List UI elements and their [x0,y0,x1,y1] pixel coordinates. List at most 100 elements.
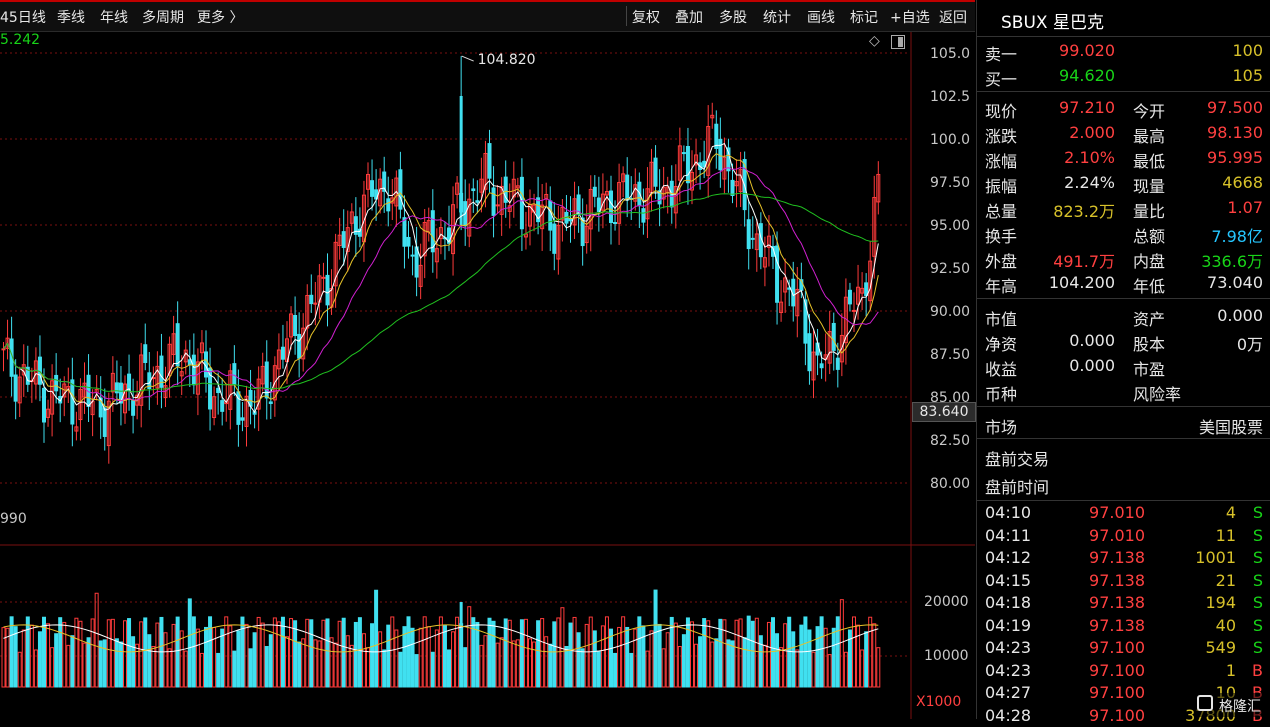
trade-side: B [1252,660,1263,680]
candle-body [487,143,492,179]
fundamental-label: 风险率 [1133,385,1182,404]
volume-bar [791,631,796,688]
trade-row[interactable]: 04:19 97.138 40 S [977,615,1270,637]
volume-bar [131,636,136,688]
statistics-button[interactable]: 统计 [763,7,791,27]
volume-bar [734,619,739,688]
candle-body [220,400,225,412]
more-menu[interactable]: 更多 〉 [197,7,243,27]
candle-body [240,417,245,421]
trade-row[interactable]: 04:10 97.010 4 S [977,502,1270,524]
volume-bar [70,635,75,688]
active-indicator [0,0,975,2]
volume-bar [321,619,326,688]
trade-price: 97.010 [1089,503,1145,522]
quote-panel: SBUX 星巴克 卖一 99.020 100 买一 94.620 105 现价 9… [976,0,1270,725]
period-45day-tab[interactable]: 45日线 [0,7,46,27]
candle-body [613,222,618,225]
volume-bar [771,617,775,688]
candle-body [70,379,75,425]
quote-row: 振幅 2.24% 现量 4668 [977,171,1270,196]
volume-bar [487,617,492,688]
kline-chart[interactable]: 104.820 [0,32,975,719]
period-year-tab[interactable]: 年线 [100,7,128,27]
volume-bar [609,628,613,688]
trade-row[interactable]: 04:12 97.138 1001 S [977,547,1270,569]
quote-value: 97.210 [1059,98,1115,117]
volume-bar [325,618,330,688]
premarket-trade-row: 盘前交易 [985,450,1050,469]
volume-bar [604,616,609,688]
volume-bar [378,631,383,688]
volume-bar [819,616,824,688]
volume-bar [301,638,306,688]
add-watchlist-button[interactable]: +自选 [890,7,930,27]
ma20-line [3,166,879,402]
bid-row[interactable]: 买一 94.620 105 [977,64,1270,89]
trade-side: S [1252,525,1263,545]
volume-bar [799,624,804,688]
trade-row[interactable]: 04:23 97.100 1 B [977,660,1270,682]
price-tick-label: 90.00 [930,304,971,320]
volume-bar [750,620,755,688]
trade-price: 97.100 [1089,683,1145,702]
ask-row[interactable]: 卖一 99.020 100 [977,39,1270,64]
trade-row[interactable]: 04:15 97.138 21 S [977,570,1270,592]
high-marker-arrow [461,55,474,62]
volume-bar [216,652,221,688]
volume-bar [738,618,743,688]
trade-row[interactable]: 04:11 97.010 11 S [977,525,1270,547]
trade-row[interactable]: 04:18 97.138 194 S [977,592,1270,614]
candle-body [232,363,237,386]
volume-bar [394,629,399,688]
multi-stock-button[interactable]: 多股 [719,7,747,27]
volume-bar [649,630,654,688]
volume-bar [90,618,95,688]
overlay-button[interactable]: 叠加 [675,7,703,27]
candle-body [864,282,869,297]
trade-row[interactable]: 04:23 97.100 549 S [977,637,1270,659]
trade-side: S [1252,638,1263,657]
volume-bar [860,649,865,688]
volume-bar [629,652,634,688]
quote-label: 总额 [1133,227,1166,246]
candle-body [268,401,273,404]
quote-value: 336.6万 [1201,252,1263,271]
volume-bar [540,618,545,688]
volume-bar [665,632,670,688]
volume-bar [62,621,67,688]
candle-body [175,323,180,367]
volume-bar [208,616,213,688]
watermark-logo-icon [1197,695,1213,711]
period-quarter-tab[interactable]: 季线 [57,7,85,27]
mark-button[interactable]: 标记 [850,7,878,27]
volume-bar [787,616,792,688]
draw-line-button[interactable]: 画线 [807,7,835,27]
volume-bar [78,620,83,688]
fundamental-label: 市值 [985,310,1018,329]
volume-bar [754,617,759,688]
back-button[interactable]: 返回 [939,7,967,27]
volume-bar [191,616,196,688]
adjust-button[interactable]: 复权 [632,7,660,27]
volume-bar [21,629,26,688]
candle-body [548,200,553,231]
price-tick-label: 80.00 [930,476,971,492]
quote-value: 2.10% [1064,148,1115,167]
volume-tick-label: 10000 [924,648,969,664]
volume-bar [580,648,585,688]
panel-toggle-icon[interactable] [891,35,905,49]
quote-value: 7.98亿 [1211,227,1263,246]
quote-row: 现价 97.210 今开 97.500 [977,96,1270,121]
volume-bar [641,625,646,688]
candle-body [102,407,107,437]
volume-bar [447,649,451,688]
multi-period-tab[interactable]: 多周期 [142,7,184,27]
diamond-icon[interactable]: ◇ [869,33,880,49]
trade-time: 04:10 [985,503,1032,522]
candle-body [1,348,6,351]
quote-value: 823.2万 [1053,202,1115,221]
volume-bar [143,617,148,688]
volume-bar [297,641,302,688]
volume-bar [268,634,273,688]
